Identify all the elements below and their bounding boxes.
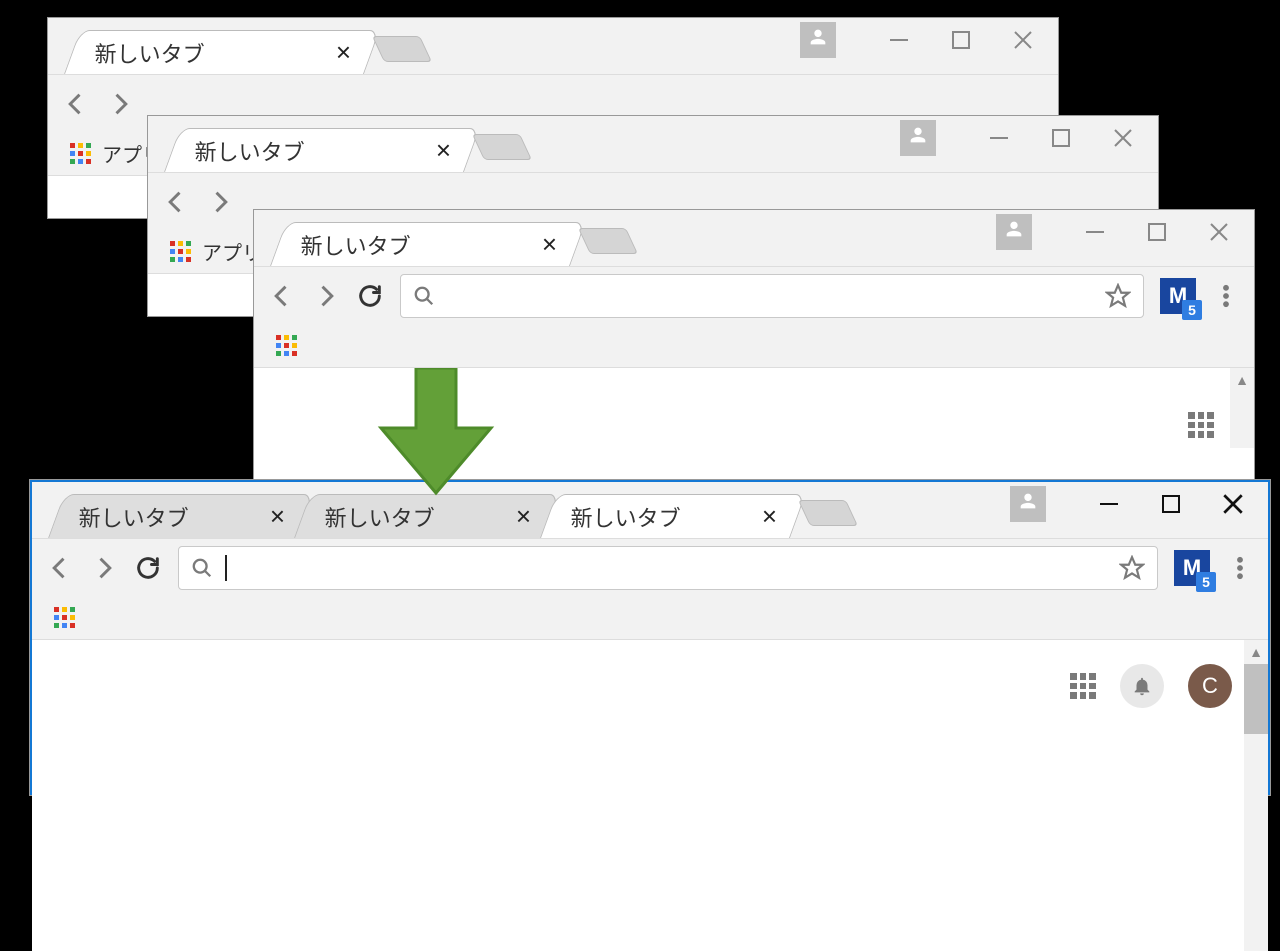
apps-launcher-icon[interactable] <box>1070 673 1096 699</box>
browser-tab-active[interactable]: 新しいタブ × <box>540 494 806 538</box>
address-bar[interactable] <box>178 546 1158 590</box>
text-cursor <box>225 555 227 581</box>
window-controls <box>996 210 1246 254</box>
bookmark-star-icon[interactable] <box>1119 555 1145 581</box>
apps-grid-icon[interactable] <box>276 335 298 357</box>
new-tab-button[interactable] <box>798 500 858 526</box>
bookmarks-bar <box>32 596 1268 640</box>
extension-badge: 5 <box>1196 572 1216 592</box>
bookmark-star-icon[interactable] <box>1105 283 1131 309</box>
tab-strip: 新しいタブ × <box>48 18 1058 74</box>
apps-launcher-icon[interactable] <box>1188 412 1214 438</box>
close-tab-icon[interactable]: × <box>434 135 453 166</box>
nav-toolbar: M 5 <box>32 538 1268 596</box>
back-icon[interactable] <box>62 90 90 118</box>
profile-icon[interactable] <box>800 22 836 58</box>
close-tab-icon[interactable]: × <box>268 501 287 532</box>
new-tab-button[interactable] <box>472 134 532 160</box>
close-window-button[interactable] <box>1010 27 1036 53</box>
new-tab-button[interactable] <box>578 228 638 254</box>
forward-icon[interactable] <box>106 90 134 118</box>
tab-strip: 新しいタブ × 新しいタブ × 新しいタブ × <box>32 482 1268 538</box>
profile-icon[interactable] <box>1010 486 1046 522</box>
maximize-button[interactable] <box>1158 491 1184 517</box>
extension-m-icon[interactable]: M 5 <box>1160 278 1196 314</box>
new-tab-button[interactable] <box>372 36 432 62</box>
close-tab-icon[interactable]: × <box>760 501 779 532</box>
extension-badge: 5 <box>1182 300 1202 320</box>
apps-grid-icon[interactable] <box>70 143 92 165</box>
address-bar[interactable] <box>400 274 1144 318</box>
bookmarks-bar <box>254 324 1254 368</box>
back-icon[interactable] <box>268 282 296 310</box>
maximize-button[interactable] <box>1144 219 1170 245</box>
maximize-button[interactable] <box>948 27 974 53</box>
search-icon <box>413 285 435 307</box>
reload-icon[interactable] <box>134 554 162 582</box>
tab-title: 新しいタブ <box>95 37 205 69</box>
apps-grid-icon[interactable] <box>170 241 192 263</box>
menu-icon[interactable] <box>1226 554 1254 582</box>
reload-icon[interactable] <box>356 282 384 310</box>
window-controls <box>900 116 1150 160</box>
window-controls <box>800 18 1050 62</box>
vertical-scrollbar[interactable]: ▲ <box>1230 368 1254 448</box>
close-tab-icon[interactable]: × <box>540 229 559 260</box>
apps-shortcut-label[interactable]: アプリ <box>202 237 262 266</box>
tab-strip: 新しいタブ × <box>148 116 1158 172</box>
page-content: ▲ C <box>32 640 1268 951</box>
address-input[interactable] <box>447 275 1093 317</box>
browser-tab[interactable]: 新しいタブ × <box>48 494 314 538</box>
minimize-button[interactable] <box>986 125 1012 151</box>
address-input[interactable] <box>239 547 1107 589</box>
minimize-button[interactable] <box>1082 219 1108 245</box>
notifications-icon[interactable] <box>1120 664 1164 708</box>
close-tab-icon[interactable]: × <box>514 501 533 532</box>
close-window-button[interactable] <box>1220 491 1246 517</box>
browser-tab[interactable]: 新しいタブ × <box>64 30 380 74</box>
back-icon[interactable] <box>46 554 74 582</box>
extension-m-icon[interactable]: M 5 <box>1174 550 1210 586</box>
apps-grid-icon[interactable] <box>54 607 76 629</box>
search-icon <box>191 557 213 579</box>
tab-title: 新しいタブ <box>195 135 305 167</box>
close-tab-icon[interactable]: × <box>334 37 353 68</box>
minimize-button[interactable] <box>1096 491 1122 517</box>
back-icon[interactable] <box>162 188 190 216</box>
tab-strip: 新しいタブ × <box>254 210 1254 266</box>
browser-tab[interactable]: 新しいタブ × <box>270 222 586 266</box>
tab-title: 新しいタブ <box>325 501 435 533</box>
profile-icon[interactable] <box>900 120 936 156</box>
window-controls <box>1010 482 1260 526</box>
user-avatar[interactable]: C <box>1188 664 1232 708</box>
profile-icon[interactable] <box>996 214 1032 250</box>
vertical-scrollbar[interactable]: ▲ <box>1244 640 1268 951</box>
scroll-up-icon[interactable]: ▲ <box>1230 368 1254 392</box>
scroll-thumb[interactable] <box>1244 664 1268 734</box>
browser-tab[interactable]: 新しいタブ × <box>294 494 560 538</box>
minimize-button[interactable] <box>886 27 912 53</box>
tab-title: 新しいタブ <box>301 229 411 261</box>
tab-title: 新しいタブ <box>571 501 681 533</box>
forward-icon[interactable] <box>206 188 234 216</box>
down-arrow-illustration <box>376 368 496 498</box>
avatar-letter: C <box>1202 673 1218 699</box>
forward-icon[interactable] <box>90 554 118 582</box>
tab-title: 新しいタブ <box>79 501 189 533</box>
menu-icon[interactable] <box>1212 282 1240 310</box>
maximize-button[interactable] <box>1048 125 1074 151</box>
forward-icon[interactable] <box>312 282 340 310</box>
close-window-button[interactable] <box>1206 219 1232 245</box>
browser-tab[interactable]: 新しいタブ × <box>164 128 480 172</box>
nav-toolbar: M 5 <box>254 266 1254 324</box>
close-window-button[interactable] <box>1110 125 1136 151</box>
scroll-up-icon[interactable]: ▲ <box>1244 640 1268 664</box>
